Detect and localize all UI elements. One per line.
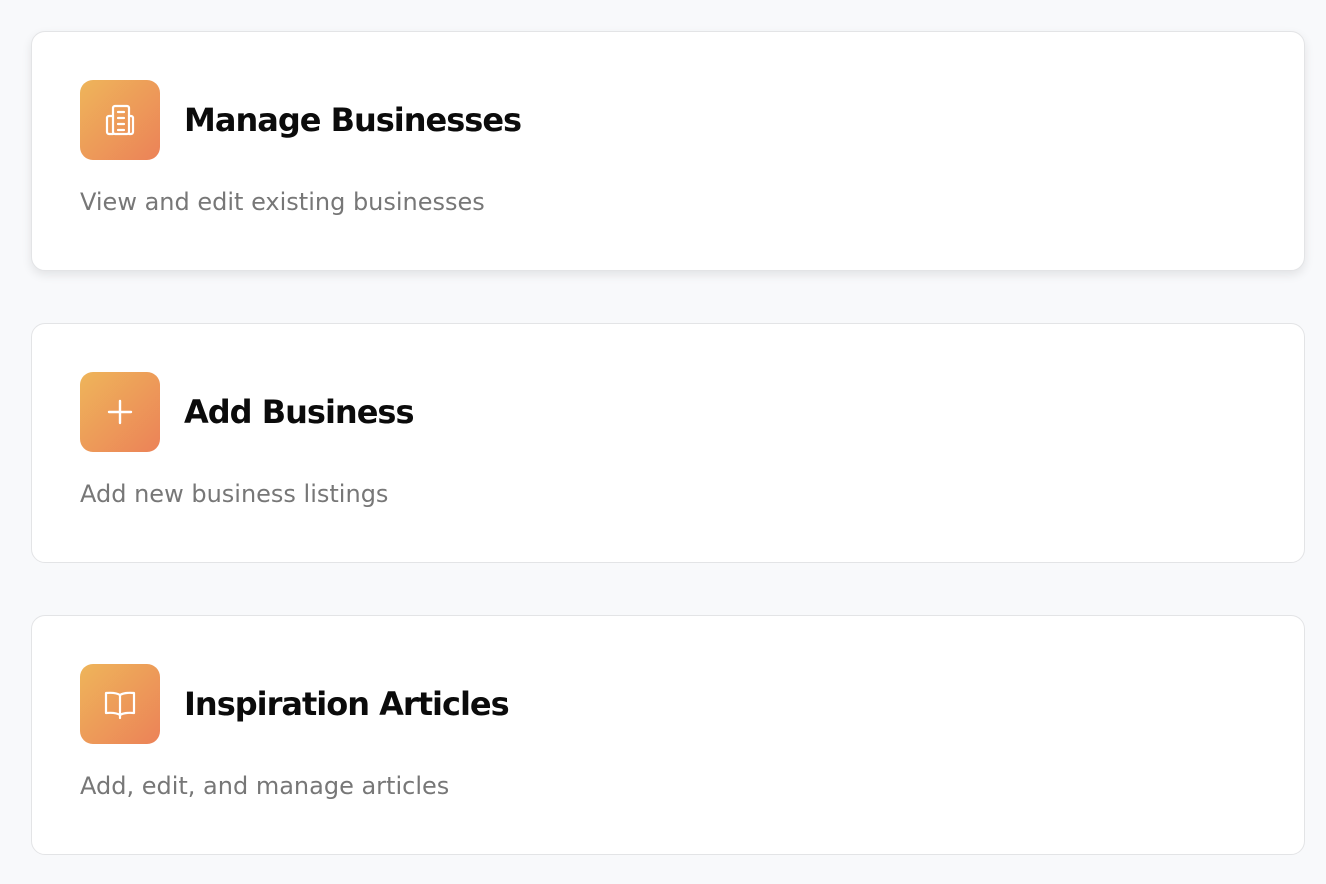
plus-icon: [80, 372, 160, 452]
card-description: Add new business listings: [80, 480, 389, 508]
card-description: View and edit existing businesses: [80, 188, 485, 216]
add-business-card[interactable]: Add Business Add new business listings: [31, 323, 1305, 563]
manage-businesses-card[interactable]: Manage Businesses View and edit existing…: [31, 31, 1305, 271]
card-header: Inspiration Articles: [80, 664, 510, 744]
inspiration-articles-card[interactable]: Inspiration Articles Add, edit, and mana…: [31, 615, 1305, 855]
card-header: Manage Businesses: [80, 80, 522, 160]
card-title: Add Business: [184, 393, 414, 431]
dashboard-cards: Manage Businesses View and edit existing…: [0, 0, 1326, 884]
card-header: Add Business: [80, 372, 414, 452]
card-title: Manage Businesses: [184, 101, 522, 139]
card-description: Add, edit, and manage articles: [80, 772, 450, 800]
building-icon: [80, 80, 160, 160]
card-title: Inspiration Articles: [184, 685, 510, 723]
open-book-icon: [80, 664, 160, 744]
